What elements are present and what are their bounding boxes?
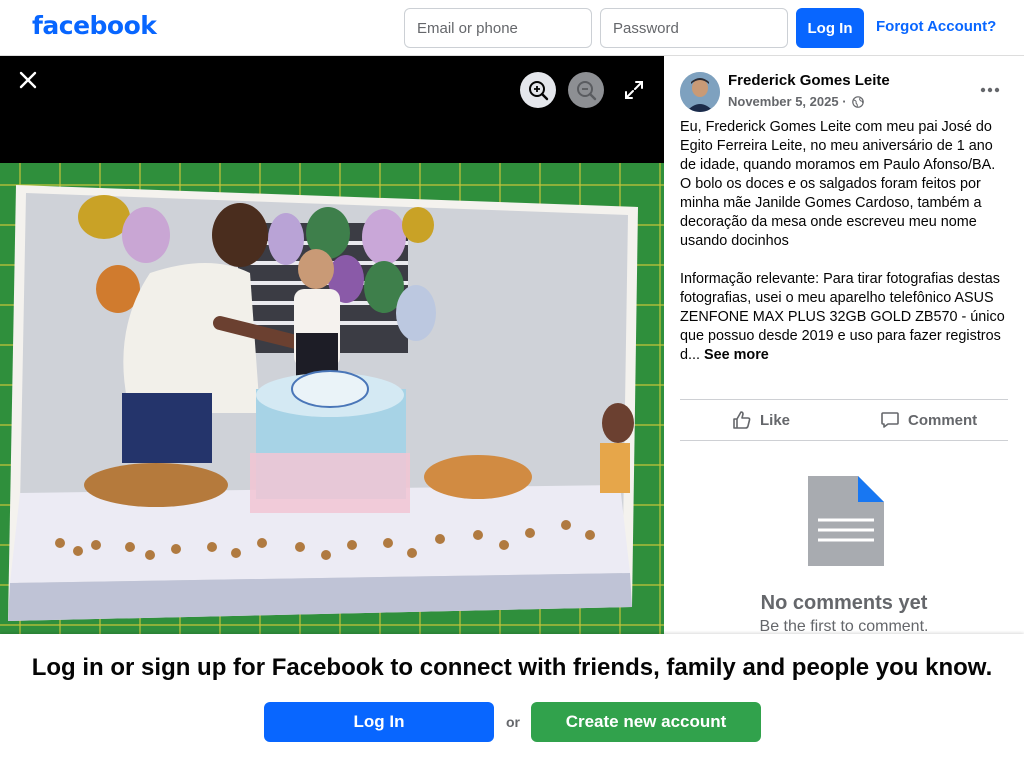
comment-label: Comment bbox=[908, 411, 978, 429]
post-date-text: November 5, 2025 bbox=[728, 94, 839, 109]
date-separator: · bbox=[842, 94, 847, 109]
close-icon bbox=[19, 71, 37, 89]
more-options-button[interactable] bbox=[976, 78, 1004, 102]
post-actions: Like Comment bbox=[680, 399, 1008, 441]
comment-button[interactable]: Comment bbox=[880, 400, 977, 440]
facebook-logo[interactable]: facebook bbox=[32, 11, 157, 40]
like-label: Like bbox=[760, 411, 791, 429]
comment-icon bbox=[881, 412, 899, 428]
banner-or-text: or bbox=[506, 714, 520, 730]
forgot-account-link[interactable]: Forgot Account? bbox=[876, 18, 996, 35]
email-input[interactable] bbox=[404, 8, 592, 48]
login-banner: Log in or sign up for Facebook to connec… bbox=[0, 634, 1024, 768]
zoom-out-icon bbox=[577, 81, 597, 101]
zoom-out-button[interactable] bbox=[568, 72, 604, 108]
document-icon bbox=[808, 476, 884, 566]
like-button[interactable]: Like bbox=[732, 400, 790, 440]
close-button[interactable] bbox=[14, 66, 42, 94]
see-more-link[interactable]: See more bbox=[704, 347, 769, 363]
post-caption-text: Eu, Frederick Gomes Leite com meu pai Jo… bbox=[680, 119, 1005, 363]
banner-message: Log in or sign up for Facebook to connec… bbox=[31, 654, 993, 681]
banner-login-button[interactable]: Log In bbox=[264, 702, 494, 742]
author-name[interactable]: Frederick Gomes Leite bbox=[728, 72, 890, 89]
no-comments-title: No comments yet bbox=[760, 592, 928, 614]
post-caption: Eu, Frederick Gomes Leite com meu pai Jo… bbox=[680, 118, 1010, 365]
photo-viewer bbox=[0, 56, 664, 636]
author-avatar[interactable] bbox=[680, 72, 720, 112]
fullscreen-icon bbox=[625, 81, 643, 99]
zoom-in-button[interactable] bbox=[520, 72, 556, 108]
post-date[interactable]: November 5, 2025 · bbox=[728, 94, 847, 109]
top-navbar: facebook Log In Forgot Account? bbox=[0, 0, 1024, 56]
avatar-image bbox=[680, 72, 720, 112]
fullscreen-button[interactable] bbox=[620, 76, 648, 104]
post-panel: Frederick Gomes Leite November 5, 2025 ·… bbox=[664, 56, 1024, 636]
thumbs-up-icon bbox=[733, 411, 751, 429]
password-input[interactable] bbox=[600, 8, 788, 48]
globe-icon bbox=[852, 96, 864, 108]
create-account-button[interactable]: Create new account bbox=[531, 702, 761, 742]
login-button[interactable]: Log In bbox=[796, 8, 864, 48]
zoom-in-icon bbox=[529, 81, 549, 101]
post-photo[interactable] bbox=[0, 163, 664, 636]
more-horizontal-icon bbox=[980, 87, 1000, 93]
